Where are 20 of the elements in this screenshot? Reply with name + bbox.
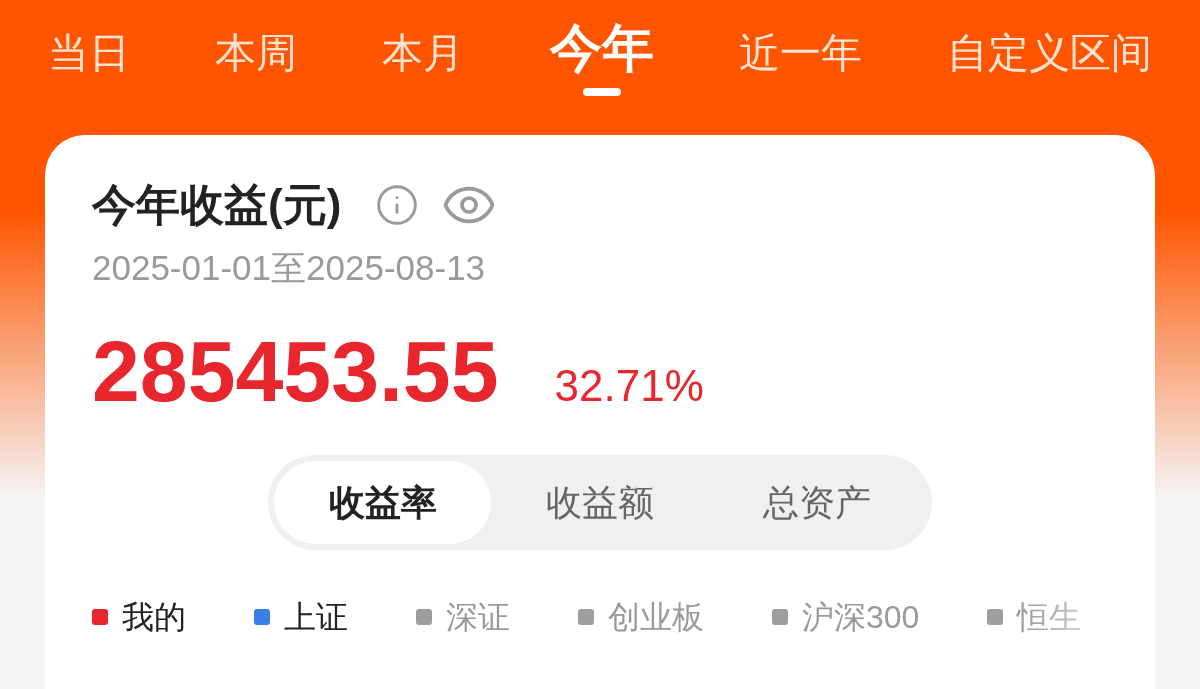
card-title: 今年收益(元)	[92, 179, 342, 231]
legend-label[interactable]: 深证	[446, 597, 510, 637]
earnings-amount: 285453.55	[92, 328, 499, 414]
period-tab[interactable]: 自定义区间	[946, 28, 1152, 78]
segment-tab[interactable]: 总资产	[708, 461, 926, 544]
period-tab[interactable]: 近一年	[738, 28, 862, 78]
period-tab[interactable]: 当日	[48, 28, 130, 78]
legend-label[interactable]: 创业板	[608, 597, 704, 637]
period-tab[interactable]: 今年	[549, 20, 654, 76]
info-icon[interactable]	[375, 183, 420, 227]
period-tab[interactable]: 本周	[215, 28, 298, 78]
segment-tab[interactable]: 收益率	[274, 461, 492, 544]
legend-label[interactable]: 沪深300	[802, 597, 920, 637]
legend-label[interactable]: 恒生	[1017, 597, 1082, 637]
segment-tab[interactable]: 收益额	[491, 461, 709, 544]
legend-label[interactable]: 上证	[284, 597, 348, 637]
period-tab[interactable]: 本月	[382, 28, 465, 78]
legend-label[interactable]: 我的	[122, 597, 186, 637]
date-range: 2025-01-01至2025-08-13	[92, 248, 487, 288]
return-rate: 32.71%	[554, 364, 704, 408]
